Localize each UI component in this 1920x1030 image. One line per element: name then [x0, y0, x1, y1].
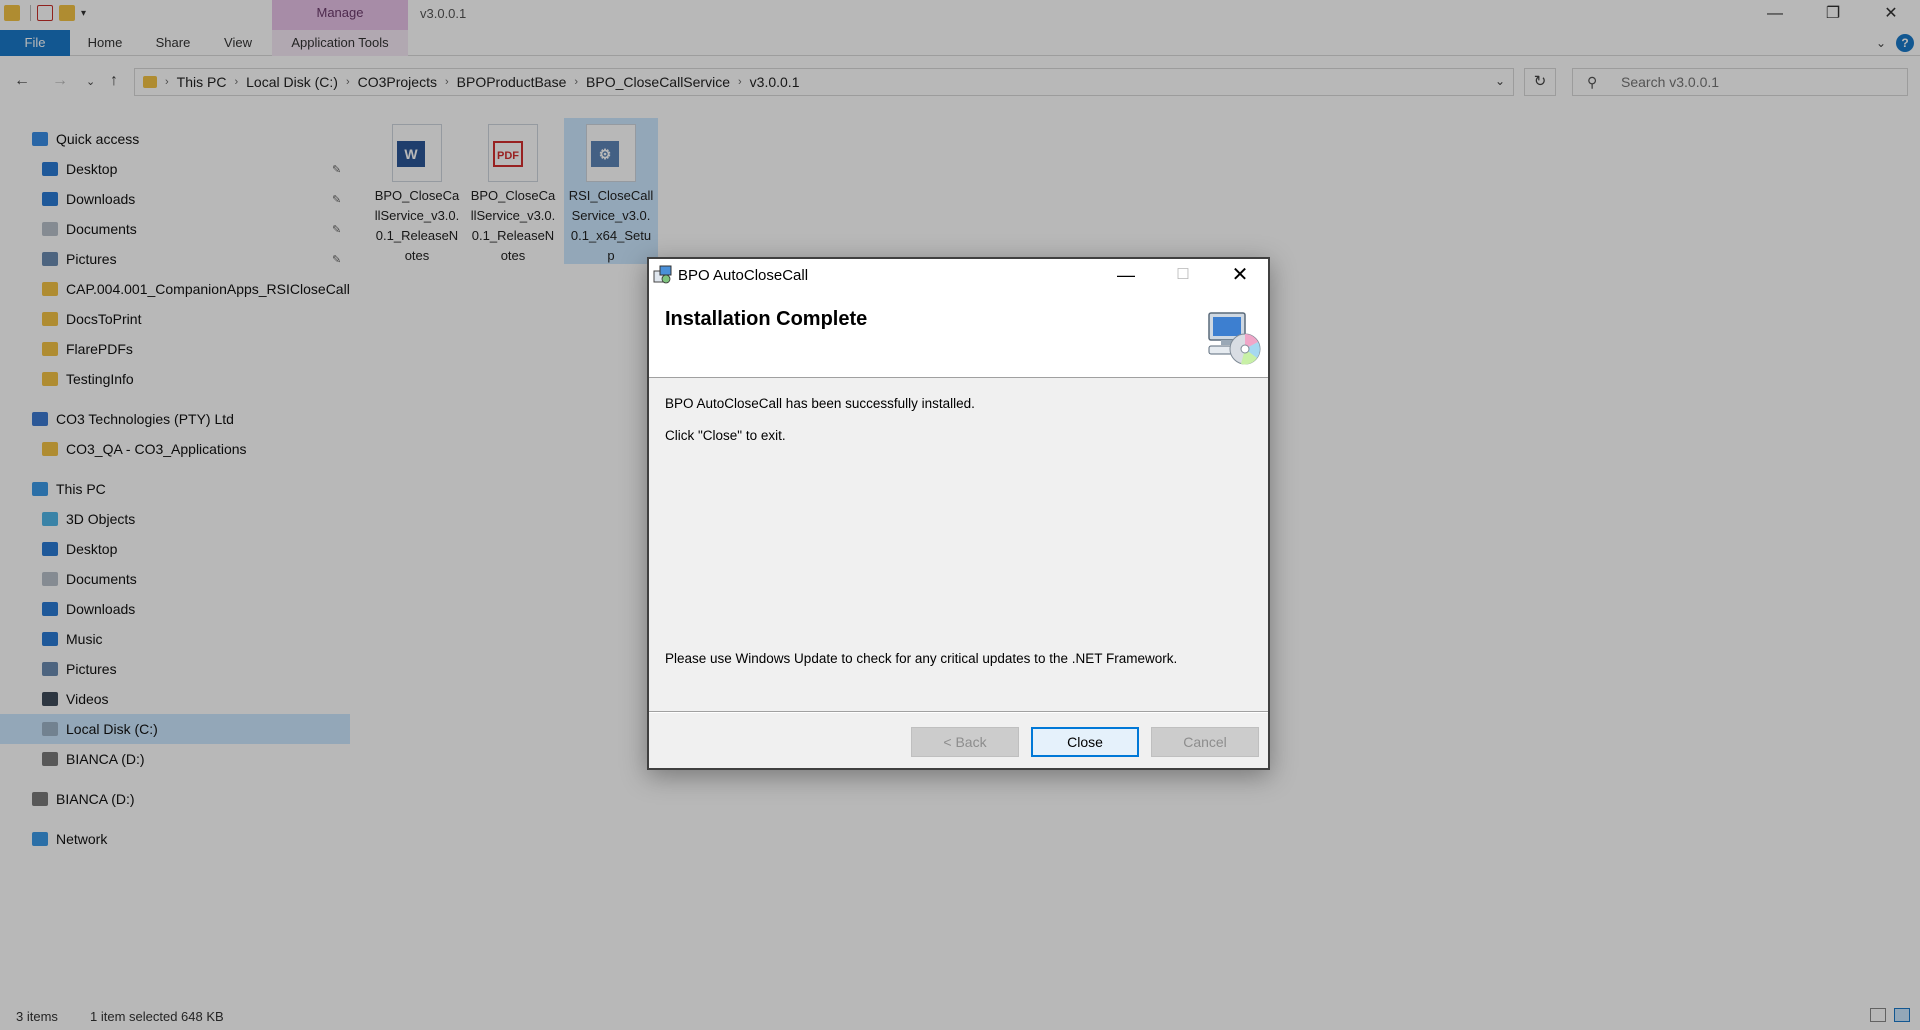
computer-cd-icon — [1208, 312, 1261, 365]
page-title: Installation Complete — [665, 308, 868, 330]
cancel-button: Cancel — [1151, 727, 1259, 757]
divider — [649, 711, 1268, 713]
exit-instruction: Click "Close" to exit. — [665, 428, 786, 443]
update-notice: Please use Windows Update to check for a… — [665, 651, 1178, 666]
close-button[interactable]: Close — [1031, 727, 1139, 757]
close-icon[interactable]: ✕ — [1212, 259, 1268, 293]
installer-dialog: BPO AutoCloseCall — ☐ ✕ Installation Com… — [647, 257, 1270, 770]
dialog-title: BPO AutoCloseCall — [678, 267, 809, 284]
success-message: BPO AutoCloseCall has been successfully … — [665, 396, 975, 411]
back-button: < Back — [911, 727, 1019, 757]
dialog-titlebar: BPO AutoCloseCall — ☐ ✕ — [649, 259, 1268, 293]
maximize-icon: ☐ — [1176, 266, 1190, 283]
installer-app-icon — [653, 265, 672, 284]
dialog-body: BPO AutoCloseCall has been successfully … — [649, 379, 1268, 714]
dialog-banner: Installation Complete — [649, 293, 1268, 378]
minimize-icon[interactable]: — — [1098, 259, 1154, 293]
